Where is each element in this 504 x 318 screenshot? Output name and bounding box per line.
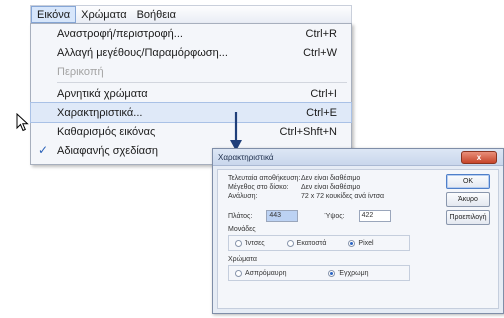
colors-label: Χρώματα — [228, 256, 257, 263]
radio-label: Pixel — [358, 239, 374, 247]
menu-item-crop: Περικοπή — [31, 62, 351, 81]
menu-item-shortcut: Ctrl+W — [303, 46, 337, 59]
units-label: Μονάδες — [228, 226, 256, 233]
info-row: Τελευταία αποθήκευση: Δεν είναι διαθέσιμ… — [228, 174, 384, 183]
radio-selected-icon — [348, 239, 356, 247]
menu-item-shortcut: Ctrl+R — [305, 27, 337, 40]
radio-icon — [235, 269, 242, 277]
mouse-pointer-icon — [16, 113, 29, 132]
radio-icon — [286, 239, 294, 247]
radio-label: Έγχρωμη — [338, 269, 369, 277]
menu-item-label: Καθαρισμός εικόνας — [57, 125, 156, 138]
menu-help[interactable]: Βοήθεια — [132, 6, 181, 23]
dialog-body: Τελευταία αποθήκευση: Δεν είναι διαθέσιμ… — [217, 169, 499, 309]
info-value: Δεν είναι διαθέσιμο — [301, 175, 361, 182]
menu-item-shortcut: Ctrl+E — [306, 106, 337, 119]
radio-color[interactable]: Έγχρωμη — [328, 269, 369, 277]
info-key: Ανάλυση: — [228, 193, 258, 200]
ok-button[interactable]: OK — [446, 174, 490, 189]
size-fields: Πλάτος: 443 Ύψος: 422 — [228, 210, 417, 222]
menu-item-label: Αρνητικά χρώματα — [57, 87, 148, 100]
menu-item-flip-rotate[interactable]: Αναστροφή/περιστροφή... Ctrl+R — [31, 24, 351, 43]
menu-item-resize-skew[interactable]: Αλλαγή μεγέθους/Παραμόρφωση... Ctrl+W — [31, 43, 351, 62]
menu-bar: Εικόνα Χρώματα Βοήθεια — [30, 5, 352, 24]
height-input[interactable]: 422 — [358, 210, 391, 222]
info-value: 72 x 72 κουκίδες ανά ίντσα — [301, 193, 385, 200]
menu-separator — [57, 82, 347, 83]
menu-item-invert-colors[interactable]: Αρνητικά χρώματα Ctrl+I — [31, 84, 351, 103]
menu-image[interactable]: Εικόνα — [31, 6, 77, 23]
menu-item-label: Αναστροφή/περιστροφή... — [57, 27, 183, 40]
menu-item-label: Περικοπή — [57, 65, 104, 78]
image-dropdown-menu: Αναστροφή/περιστροφή... Ctrl+R Αλλαγή με… — [30, 23, 352, 165]
default-button[interactable]: Προεπιλογή — [446, 210, 490, 225]
width-input[interactable]: 443 — [266, 210, 299, 222]
menu-item-attributes[interactable]: Χαρακτηριστικά... Ctrl+E — [30, 102, 352, 123]
info-row: Μέγεθος στο δίσκο: Δεν είναι διαθέσιμο — [228, 183, 384, 192]
radio-label: Εκατοστά — [296, 239, 327, 247]
cancel-button[interactable]: Άκυρο — [446, 192, 490, 207]
units-group: Ίντσες Εκατοστά Pixel — [228, 235, 410, 251]
radio-inches[interactable]: Ίντσες — [235, 239, 265, 247]
close-icon: x — [476, 153, 482, 162]
height-label: Ύψος: — [324, 212, 345, 220]
close-button[interactable]: x — [461, 151, 497, 164]
colors-group: Ασπρόμαυρη Έγχρωμη — [228, 265, 410, 281]
info-row: Ανάλυση: 72 x 72 κουκίδες ανά ίντσα — [228, 192, 384, 201]
dialog-titlebar: Χαρακτηριστικά — [213, 149, 503, 166]
radio-label: Ασπρόμαυρη — [245, 269, 287, 277]
radio-selected-icon — [328, 269, 336, 277]
radio-pixels[interactable]: Pixel — [348, 239, 374, 247]
width-label: Πλάτος: — [228, 212, 253, 220]
menu-item-shortcut: Ctrl+Shft+N — [279, 125, 337, 138]
menu-item-label: Χαρακτηριστικά... — [57, 106, 143, 119]
file-info: Τελευταία αποθήκευση: Δεν είναι διαθέσιμ… — [228, 174, 384, 201]
attributes-dialog: Χαρακτηριστικά x Τελευταία αποθήκευση: Δ… — [212, 148, 504, 314]
menu-colors[interactable]: Χρώματα — [76, 6, 131, 23]
info-key: Μέγεθος στο δίσκο: — [228, 184, 289, 191]
radio-label: Ίντσες — [245, 239, 265, 247]
dialog-title: Χαρακτηριστικά — [218, 152, 274, 162]
info-value: Δεν είναι διαθέσιμο — [301, 184, 361, 191]
menu-item-label: Αλλαγή μεγέθους/Παραμόρφωση... — [57, 46, 228, 59]
radio-black-white[interactable]: Ασπρόμαυρη — [235, 269, 287, 277]
menu-item-shortcut: Ctrl+I — [310, 87, 337, 100]
check-icon: ✓ — [38, 143, 49, 157]
radio-icon — [235, 239, 242, 247]
info-key: Τελευταία αποθήκευση: — [228, 175, 301, 182]
menu-item-clear-image[interactable]: Καθαρισμός εικόνας Ctrl+Shft+N — [31, 122, 351, 141]
arrow-down-icon — [230, 112, 242, 151]
radio-centimeters[interactable]: Εκατοστά — [286, 239, 327, 247]
